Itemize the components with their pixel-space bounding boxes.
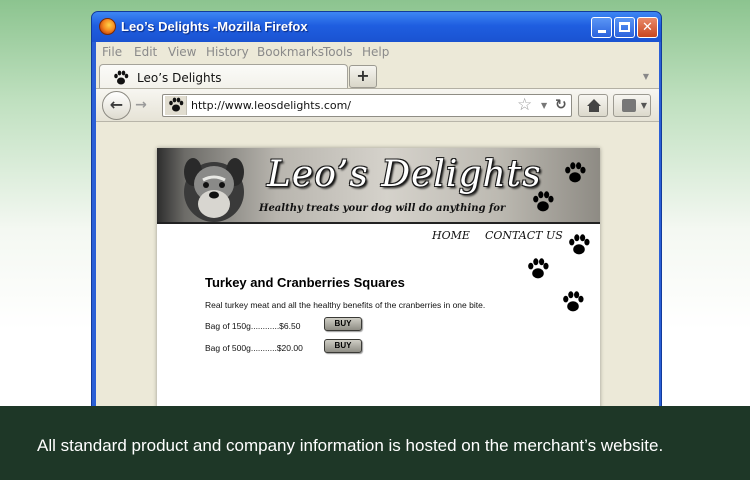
paw-site-icon: [169, 97, 184, 112]
close-icon: ✕: [642, 20, 653, 35]
caption-text: All standard product and company informa…: [37, 436, 664, 455]
price-option-150g: Bag of 150g............$6.50: [205, 321, 301, 331]
site-identity-button[interactable]: [165, 96, 187, 115]
web-page: Leo’s Delights Healthy treats your dog w…: [157, 148, 600, 410]
close-button[interactable]: ✕: [637, 17, 658, 38]
paw-print-icon: [528, 258, 549, 279]
menu-view[interactable]: View: [168, 45, 196, 59]
nav-home-link[interactable]: HOME: [432, 229, 470, 242]
site-banner: Leo’s Delights Healthy treats your dog w…: [157, 148, 600, 224]
product-description: Real turkey meat and all the healthy ben…: [205, 300, 486, 310]
menu-history[interactable]: History: [206, 45, 249, 59]
url-bar[interactable]: http://www.leosdelights.com/ ☆ ▼ ↻: [162, 94, 572, 117]
minimize-button[interactable]: [591, 17, 612, 38]
browser-chrome: File Edit View History Bookmarks Tools H…: [96, 42, 659, 410]
home-icon: [587, 99, 601, 112]
minimize-icon: [597, 30, 606, 33]
maximize-icon: [619, 22, 630, 32]
addon-dropdown-icon[interactable]: ▼: [641, 101, 647, 110]
addon-icon: [622, 99, 636, 112]
paw-favicon-icon: [114, 70, 129, 85]
tab-list-dropdown-icon[interactable]: ▼: [643, 72, 649, 81]
price-option-500g: Bag of 500g...........$20.00: [205, 343, 303, 353]
menu-help[interactable]: Help: [362, 45, 389, 59]
url-input[interactable]: http://www.leosdelights.com/: [191, 99, 351, 112]
content-area: Leo’s Delights Healthy treats your dog w…: [96, 123, 659, 410]
paw-print-icon: [565, 162, 586, 183]
buy-button-500g[interactable]: BUY: [324, 339, 362, 353]
paw-print-icon: [569, 234, 590, 255]
new-tab-button[interactable]: +: [349, 65, 377, 88]
forward-button[interactable]: →: [131, 97, 151, 115]
firefox-logo-icon: [99, 18, 116, 35]
navigation-toolbar: ← → http://www.leosdelights.com/ ☆ ▼ ↻ ▼: [96, 88, 659, 122]
paw-print-icon: [533, 191, 554, 212]
home-button[interactable]: [578, 94, 608, 117]
addon-button[interactable]: ▼: [613, 94, 651, 117]
browser-window: Leo’s Delights -Mozilla Firefox ✕ File E…: [91, 11, 662, 411]
url-history-dropdown-icon[interactable]: ▼: [541, 101, 547, 110]
site-tagline: Healthy treats your dog will do anything…: [259, 203, 506, 214]
menu-bar: File Edit View History Bookmarks Tools H…: [96, 42, 659, 62]
site-name: Leo’s Delights: [267, 154, 542, 195]
menu-file[interactable]: File: [102, 45, 122, 59]
window-title: Leo’s Delights -Mozilla Firefox: [121, 19, 308, 34]
tab-leos-delights[interactable]: Leo’s Delights: [99, 64, 348, 89]
product-title: Turkey and Cranberries Squares: [205, 275, 405, 290]
menu-tools[interactable]: Tools: [323, 45, 353, 59]
caption-bar: All standard product and company informa…: [0, 406, 750, 480]
title-bar[interactable]: Leo’s Delights -Mozilla Firefox ✕: [92, 12, 661, 42]
tab-label: Leo’s Delights: [137, 71, 222, 85]
reload-icon[interactable]: ↻: [555, 97, 567, 113]
buy-button-150g[interactable]: BUY: [324, 317, 362, 331]
maximize-button[interactable]: [614, 17, 635, 38]
menu-bookmarks[interactable]: Bookmarks: [257, 45, 324, 59]
paw-print-icon: [563, 291, 584, 312]
menu-edit[interactable]: Edit: [134, 45, 157, 59]
tab-strip: Leo’s Delights + ▼: [96, 62, 659, 89]
back-button[interactable]: ←: [102, 91, 131, 120]
dog-photo: [184, 158, 244, 222]
nav-contact-link[interactable]: CONTACT US: [485, 229, 563, 242]
bookmark-star-icon[interactable]: ☆: [517, 95, 532, 115]
